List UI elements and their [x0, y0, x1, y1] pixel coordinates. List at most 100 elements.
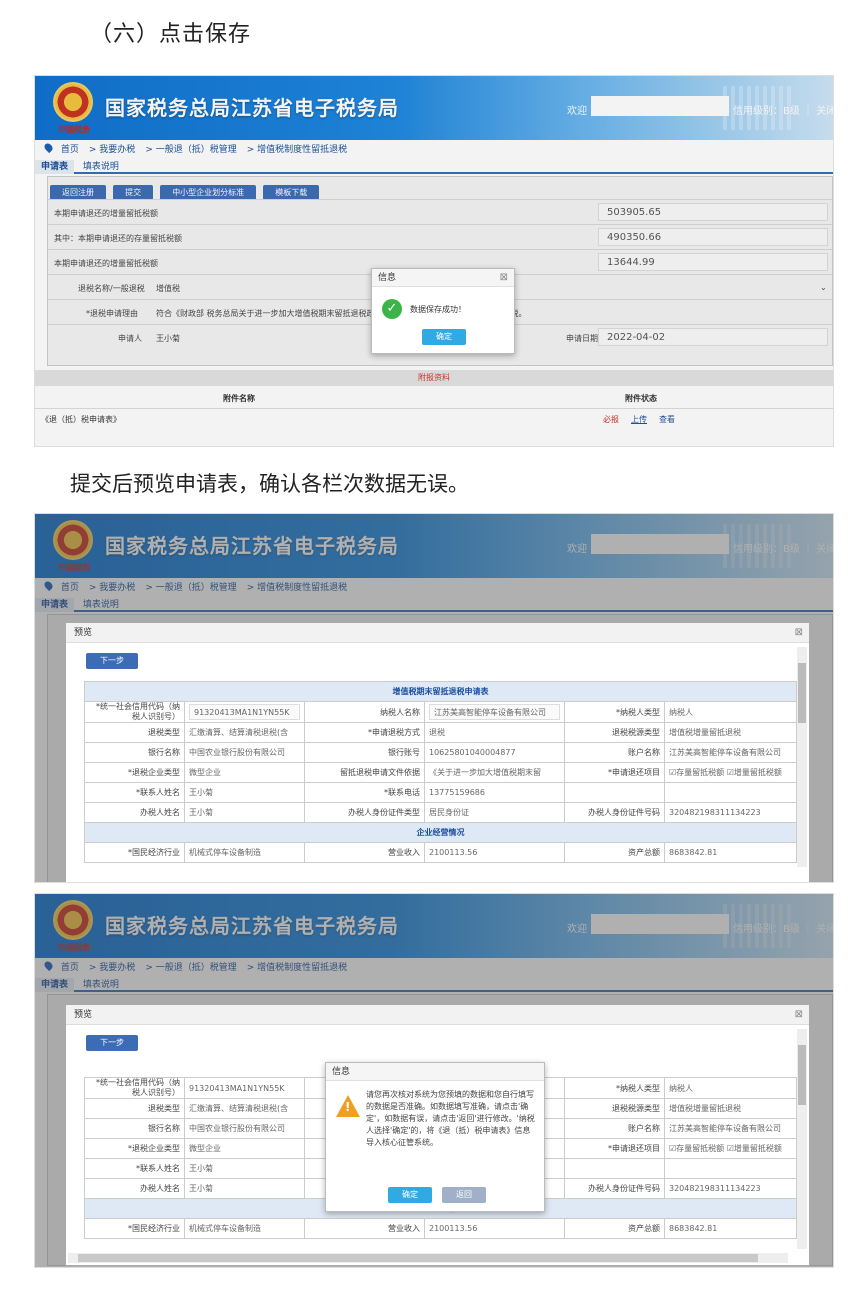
cell-value[interactable]: 王小菊 — [184, 1178, 305, 1199]
success-check-icon: ✓ — [382, 299, 402, 319]
close-icon[interactable]: ⊠ — [795, 1005, 803, 1025]
cell-value[interactable]: 2100113.56 — [424, 1218, 565, 1239]
cell-value[interactable]: 8683842.81 — [664, 842, 797, 863]
cell-value[interactable]: 320482198311134223 — [664, 1178, 797, 1199]
back-button[interactable]: 返回 — [442, 1187, 486, 1203]
cell-label: 办税人身份证件号码 — [564, 1178, 665, 1199]
review-heading: 提交后预览申请表，确认各栏次数据无误。 — [70, 472, 469, 496]
vertical-scrollbar[interactable] — [797, 1029, 807, 1249]
preview-title-bar: 预览 ⊠ — [66, 623, 809, 643]
table-row: 银行名称 中国农业银行股份有限公司 银行账号 10625801040004877 账户名… — [84, 742, 797, 763]
cell-value[interactable]: 微型企业 — [184, 1138, 305, 1159]
cell-label: 营业收入 — [304, 842, 425, 863]
cell-value[interactable]: 江苏美高智能停车设备有限公司 — [664, 1118, 797, 1139]
cell-value[interactable]: 2100113.56 — [424, 842, 565, 863]
section-title: 企业经营情况 — [84, 822, 797, 843]
cell-label: *联系人姓名 — [84, 782, 185, 803]
cell-value[interactable]: 机械式停车设备制造 — [184, 1218, 305, 1239]
cell-value[interactable]: 91320413MA1N1YN55K — [184, 701, 305, 723]
cell-value[interactable]: 13775159686 — [424, 782, 565, 803]
cell-label: *联系人姓名 — [84, 1158, 185, 1179]
cell-label: *联系电话 — [304, 782, 425, 803]
table-row: *统一社会信用代码（纳税人识别号） 91320413MA1N1YN55K 纳税人名称… — [84, 701, 797, 723]
preview-title: 预览 — [74, 628, 93, 638]
cell-value[interactable]: 机械式停车设备制造 — [184, 842, 305, 863]
screenshot-save: 中国税务 国家税务总局江苏省电子税务局 欢迎 信用级别：B级 ｜ 关闭 首页 > … — [34, 75, 834, 447]
modal-overlay — [35, 76, 833, 446]
cell-value[interactable]: 91320413MA1N1YN55K — [184, 1077, 305, 1099]
cell-value[interactable]: 江苏美高智能停车设备有限公司 — [664, 742, 797, 763]
cell-label: *退税企业类型 — [84, 762, 185, 783]
table-row: *联系人姓名 王小菊 *联系电话 13775159686 — [84, 782, 797, 803]
table-row: 退税类型 汇缴清算、结算清税退税(含 *申请退税方式 退税 退税税源类型 增值税增量留抵退… — [84, 722, 797, 743]
cell-label: 银行名称 — [84, 1118, 185, 1139]
cell-label: 银行名称 — [84, 742, 185, 763]
preview-title-bar: 预览 ⊠ — [66, 1005, 809, 1025]
cell-label: *退税企业类型 — [84, 1138, 185, 1159]
cell-label: *国民经济行业 — [84, 1218, 185, 1239]
cell-label: *国民经济行业 — [84, 842, 185, 863]
cell-select[interactable]: 中国农业银行股份有限公司 — [184, 1118, 305, 1139]
cell-label: 办税人身份证件号码 — [564, 802, 665, 823]
refund-item-checkboxes[interactable]: ☑存量留抵税额 ☑增量留抵税额 — [664, 1138, 797, 1159]
table-row: *国民经济行业 机械式停车设备制造 营业收入 2100113.56 资产总额 868384… — [84, 1218, 797, 1239]
table-row: 办税人姓名 王小菊 办税人身份证件类型 居民身份证 办税人身份证件号码 320482198… — [84, 802, 797, 823]
ok-button[interactable]: 确定 — [388, 1187, 432, 1203]
cell-label: 退税类型 — [84, 1098, 185, 1119]
cell-label: 退税税源类型 — [564, 722, 665, 743]
cell-label: *统一社会信用代码（纳税人识别号） — [84, 701, 185, 723]
dialog-message: 数据保存成功！ — [410, 305, 466, 314]
cell-label: 办税人姓名 — [84, 802, 185, 823]
next-step-button[interactable]: 下一步 — [86, 653, 138, 669]
cell-label: *纳税人类型 — [564, 701, 665, 723]
cell-select[interactable]: 汇缴清算、结算清税退税(含 — [184, 722, 305, 743]
preview-table: 增值税期末留抵退税申请表 *统一社会信用代码（纳税人识别号） 91320413MA… — [84, 681, 797, 863]
close-icon[interactable]: ⊠ — [500, 269, 508, 287]
next-step-button[interactable]: 下一步 — [86, 1035, 138, 1051]
screenshot-confirm: 中国税务 国家税务总局江苏省电子税务局 欢迎 信用级别：B级 ｜ 关闭 首页 > … — [34, 893, 834, 1268]
confirm-dialog: 信息 ! 请您再次核对系统为您预填的数据和您自行填写的数据是否准确。如数据填写准… — [325, 1062, 545, 1212]
ok-button[interactable]: 确定 — [422, 329, 466, 345]
cell-label: 退税税源类型 — [564, 1098, 665, 1119]
cell-select[interactable]: 增值税增量留抵退税 — [664, 1098, 797, 1119]
cell-value[interactable]: 微型企业 — [184, 762, 305, 783]
close-icon[interactable]: ⊠ — [795, 623, 803, 643]
dialog-message: 请您再次核对系统为您预填的数据和您自行填写的数据是否准确。如数据填写准确，请点击… — [366, 1090, 535, 1147]
cell-select[interactable]: 增值税增量留抵退税 — [664, 722, 797, 743]
cell-label: 资产总额 — [564, 842, 665, 863]
cell-value[interactable]: 王小菊 — [184, 802, 305, 823]
cell-select[interactable]: 退税 — [424, 722, 565, 743]
cell-value[interactable]: 王小菊 — [184, 782, 305, 803]
cell-label: *申请退还项目 — [564, 762, 665, 783]
cell-label: 银行账号 — [304, 742, 425, 763]
cell-label: *纳税人类型 — [564, 1077, 665, 1099]
cell-select[interactable]: 纳税人 — [664, 701, 797, 723]
cell-select[interactable]: 中国农业银行股份有限公司 — [184, 742, 305, 763]
cell-label: *申请退税方式 — [304, 722, 425, 743]
refund-item-checkboxes[interactable]: ☑存量留抵税额 ☑增量留抵税额 — [664, 762, 797, 783]
cell-select[interactable]: 汇缴清算、结算清税退税(含 — [184, 1098, 305, 1119]
cell-select[interactable]: 居民身份证 — [424, 802, 565, 823]
table-row: *退税企业类型 微型企业 留抵退税申请文件依据 《关于进一步加大增值税期末留 *申请退还… — [84, 762, 797, 783]
cell-value[interactable]: 王小菊 — [184, 1158, 305, 1179]
table-row: *国民经济行业 机械式停车设备制造 营业收入 2100113.56 资产总额 868384… — [84, 842, 797, 863]
cell-label: 办税人姓名 — [84, 1178, 185, 1199]
step-heading: （六）点击保存 — [90, 22, 252, 47]
cell-value[interactable]: 江苏美高智能停车设备有限公司 — [424, 701, 565, 723]
dialog-title-text: 信息 — [332, 1067, 351, 1077]
cell-label: 营业收入 — [304, 1218, 425, 1239]
cell-value[interactable]: 《关于进一步加大增值税期末留 — [424, 762, 565, 783]
vertical-scrollbar[interactable] — [797, 647, 807, 867]
cell-label: *申请退还项目 — [564, 1138, 665, 1159]
horizontal-scrollbar[interactable] — [68, 1253, 788, 1263]
warning-mark: ! — [345, 1100, 351, 1114]
cell-value[interactable]: 8683842.81 — [664, 1218, 797, 1239]
cell-text: 江苏美高智能停车设备有限公司 — [429, 704, 560, 720]
cell-value[interactable]: 10625801040004877 — [424, 742, 565, 763]
cell-value[interactable]: 320482198311134223 — [664, 802, 797, 823]
cell-label: 留抵退税申请文件依据 — [304, 762, 425, 783]
cell-label: 账户名称 — [564, 742, 665, 763]
cell-select[interactable]: 纳税人 — [664, 1077, 797, 1099]
cell-label: 账户名称 — [564, 1118, 665, 1139]
cell-label: 退税类型 — [84, 722, 185, 743]
